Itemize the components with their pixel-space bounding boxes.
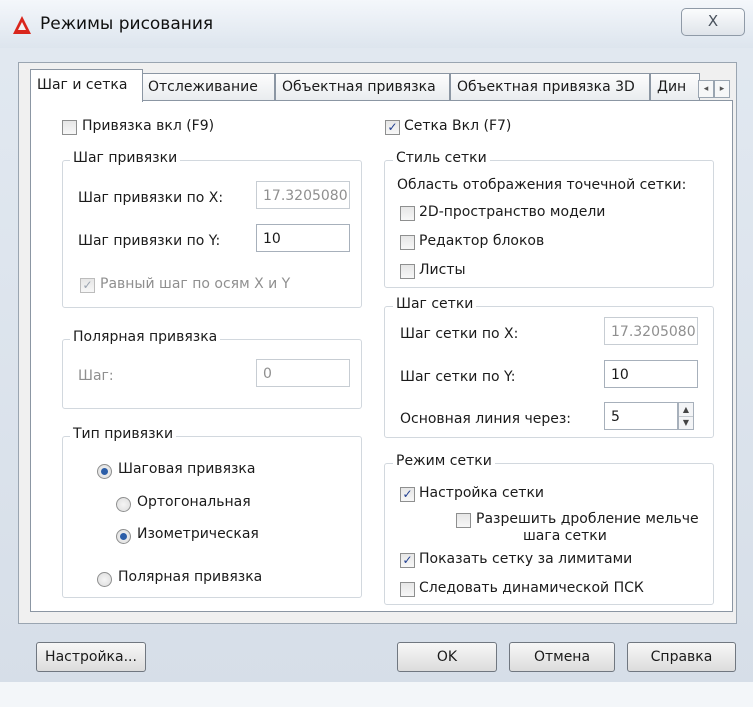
follow-dynamic-ucs-label: Следовать динамической ПСК: [419, 580, 644, 596]
polar-snap-label: Полярная привязка: [118, 569, 263, 585]
allow-subdivision-label-line2: шага сетки: [523, 528, 607, 544]
polar-distance-label: Шаг:: [78, 368, 114, 384]
major-line-stepper[interactable]: ▲ ▼: [678, 402, 694, 430]
major-line-label: Основная линия через:: [400, 411, 572, 427]
grid-style-subtitle: Область отображения точечной сетки:: [397, 177, 687, 193]
isometric-snap-label: Изометрическая: [137, 526, 259, 542]
sheets-label: Листы: [419, 262, 466, 278]
display-beyond-limits-label: Показать сетку за лимитами: [419, 551, 633, 567]
major-line-input[interactable]: 5: [604, 402, 678, 430]
grid-spacing-title: Шаг сетки: [393, 296, 477, 312]
follow-dynamic-ucs-checkbox[interactable]: [400, 582, 415, 597]
snap-y-label: Шаг привязки по Y:: [78, 233, 221, 249]
grid-on-checkbox[interactable]: ✓: [385, 120, 400, 135]
polar-spacing-title: Полярная привязка: [70, 329, 221, 345]
polar-snap-radio[interactable]: [97, 572, 112, 587]
grid-x-label: Шаг сетки по X:: [400, 326, 519, 342]
display-beyond-limits-checkbox[interactable]: ✓: [400, 553, 415, 568]
polar-distance-input[interactable]: 0: [256, 359, 350, 387]
model-space-label: 2D-пространство модели: [419, 204, 606, 220]
snap-x-input[interactable]: 17.3205080: [256, 181, 350, 209]
model-space-checkbox[interactable]: [400, 206, 415, 221]
chevron-up-icon[interactable]: ▲: [679, 403, 693, 417]
snap-type-title: Тип привязки: [70, 426, 177, 442]
grid-style-title: Стиль сетки: [393, 150, 490, 166]
block-editor-label: Редактор блоков: [419, 233, 545, 249]
allow-subdivision-label: Разрешить дробление мельче: [476, 511, 699, 527]
grid-y-input[interactable]: 10: [604, 360, 698, 388]
grid-snap-label: Шаговая привязка: [118, 461, 256, 477]
adaptive-grid-label: Настройка сетки: [419, 485, 545, 501]
grid-on-label: Сетка Вкл (F7): [404, 118, 512, 134]
chevron-down-icon[interactable]: ▼: [679, 416, 693, 429]
options-button[interactable]: Настройка...: [36, 642, 146, 672]
snap-y-input[interactable]: 10: [256, 224, 350, 252]
grid-snap-radio[interactable]: [97, 464, 112, 479]
sheets-checkbox[interactable]: [400, 264, 415, 279]
rectangular-snap-radio[interactable]: [116, 497, 131, 512]
grid-y-label: Шаг сетки по Y:: [400, 369, 516, 385]
block-editor-checkbox[interactable]: [400, 235, 415, 250]
drawing-settings-dialog: Режимы рисования X Шаг и сетка Отслежива…: [0, 0, 753, 707]
equal-xy-spacing-label: Равный шаг по осям X и Y: [100, 276, 291, 292]
ok-button[interactable]: OK: [397, 642, 497, 672]
help-button[interactable]: Справка: [627, 642, 736, 672]
allow-subdivision-checkbox[interactable]: [456, 513, 471, 528]
equal-xy-spacing-checkbox[interactable]: ✓: [80, 278, 95, 293]
snap-on-label: Привязка вкл (F9): [82, 118, 215, 134]
grid-x-input[interactable]: 17.3205080: [604, 317, 698, 345]
snap-x-label: Шаг привязки по X:: [78, 190, 224, 206]
cancel-button[interactable]: Отмена: [509, 642, 615, 672]
snap-on-checkbox[interactable]: [62, 120, 77, 135]
isometric-snap-radio[interactable]: [116, 529, 131, 544]
adaptive-grid-checkbox[interactable]: ✓: [400, 487, 415, 502]
grid-behavior-title: Режим сетки: [393, 453, 495, 469]
rectangular-snap-label: Ортогональная: [137, 494, 251, 510]
snap-spacing-title: Шаг привязки: [70, 150, 181, 166]
